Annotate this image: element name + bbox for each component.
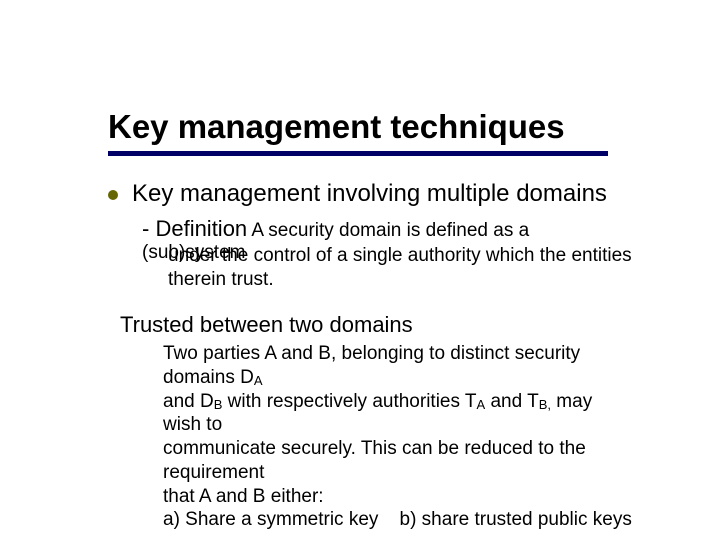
subscript-a: A xyxy=(254,373,263,388)
slide: { "title": "Key management techniques", … xyxy=(0,0,720,540)
dash-icon: - xyxy=(142,216,155,242)
trusted-paragraph: Two parties A and B, belonging to distin… xyxy=(163,342,633,532)
para-text: with respectively authorities T xyxy=(222,391,476,412)
para-text: and D xyxy=(163,391,214,412)
bullet-text: Key management involving multiple domain… xyxy=(132,180,607,208)
para-text: that A and B either: xyxy=(163,486,324,507)
para-text: communicate securely. This can be reduce… xyxy=(163,438,586,483)
subscript-b2: B, xyxy=(539,397,551,412)
para-text: a) Share a symmetric key b) share truste… xyxy=(163,509,632,530)
definition-label: Definition xyxy=(155,216,247,241)
para-text: and T xyxy=(485,391,539,412)
title-underline xyxy=(108,151,608,156)
para-text: Two parties A and B, belonging to distin… xyxy=(163,343,580,388)
subscript-a2: A xyxy=(477,397,486,412)
bullet-icon xyxy=(108,190,118,200)
trusted-heading: Trusted between two domains xyxy=(120,312,413,338)
slide-title: Key management techniques xyxy=(108,108,565,146)
definition-text-rest: under the control of a single authority … xyxy=(168,244,632,292)
